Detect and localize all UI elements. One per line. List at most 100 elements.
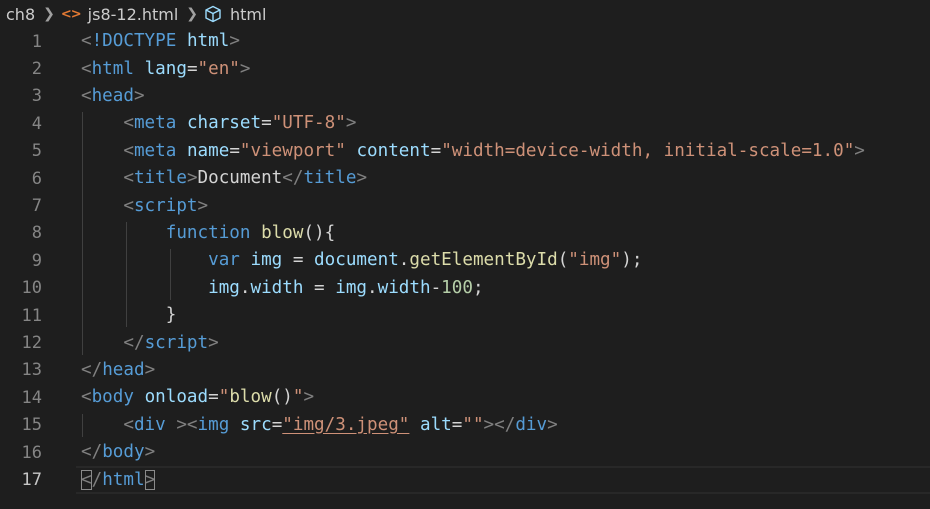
code-token: "" — [462, 414, 484, 435]
code-token: "en" — [197, 58, 240, 79]
code-token: ; — [472, 277, 484, 298]
code-token: div — [133, 414, 166, 435]
code-token: head — [91, 85, 134, 106]
code-text: <meta name="viewport" content="width=dev… — [81, 138, 865, 165]
line-number: 7 — [31, 196, 42, 217]
indent-guide — [82, 413, 83, 437]
code-token: "width=device-width, initial-scale=1.0" — [441, 140, 855, 161]
code-line[interactable]: 13 </head> — [0, 357, 930, 384]
code-token: ); — [621, 250, 643, 271]
line-number: 13 — [21, 360, 42, 381]
code-line[interactable]: 10 img.width = img.width-100; — [0, 275, 930, 302]
code-token: div — [515, 414, 548, 435]
code-text: </body> — [81, 439, 155, 466]
code-token: = — [229, 140, 240, 161]
line-number: 15 — [21, 415, 42, 436]
html-file-icon: <> — [60, 6, 82, 22]
code-text: <body onload="blow()"> — [81, 384, 314, 411]
code-token: < — [81, 85, 92, 106]
code-token: < — [123, 168, 134, 189]
code-token: > — [239, 58, 251, 79]
code-line[interactable]: 16 </body> — [0, 439, 930, 466]
code-token: function — [165, 222, 251, 243]
code-line[interactable]: 5 <meta name="viewport" content="width=d… — [0, 138, 930, 165]
code-token: < — [123, 414, 134, 435]
code-token: = — [208, 387, 219, 408]
code-token: . — [239, 277, 251, 298]
code-text: </head> — [81, 357, 155, 384]
code-text: </script> — [81, 330, 218, 357]
code-token: 100 — [441, 277, 473, 298]
code-token: < — [81, 31, 92, 52]
code-line[interactable]: 2 <html lang="en"> — [0, 55, 930, 82]
breadcrumb-symbol[interactable]: html — [230, 5, 266, 24]
code-token: > — [854, 140, 865, 161]
code-token: ></ — [483, 414, 516, 435]
code-token: " — [292, 387, 304, 408]
code-token: onload — [144, 387, 209, 408]
code-token: </ — [81, 359, 103, 380]
code-line[interactable]: 11 } — [0, 302, 930, 329]
code-line[interactable]: 9 var img = document.getElementById("img… — [0, 247, 930, 274]
code-token: body — [102, 442, 145, 463]
code-text: <title>Document</title> — [81, 165, 367, 192]
code-line[interactable]: 1 <!DOCTYPE html> — [0, 28, 930, 55]
code-token: name — [186, 140, 230, 161]
line-number: 14 — [21, 387, 42, 408]
code-token: width — [250, 277, 304, 298]
code-line[interactable]: 12 </script> — [0, 329, 930, 356]
code-token: document — [314, 250, 399, 271]
code-line[interactable]: 6 <title>Document</title> — [0, 165, 930, 192]
line-number: 12 — [21, 333, 42, 354]
code-line[interactable]: 17 </html> — [0, 466, 930, 494]
code-line[interactable]: 7 <script> — [0, 192, 930, 219]
code-line[interactable]: 15 <div ><img src="img/3.jpeg" alt=""></… — [0, 412, 930, 439]
code-token: "img/3.jpeg" — [282, 414, 410, 435]
code-token: "viewport" — [239, 140, 346, 161]
breadcrumb: ch8 ❯ <> js8-12.html ❯ html — [0, 0, 930, 28]
code-token: img — [208, 277, 240, 298]
line-number: 1 — [31, 31, 42, 52]
line-number: 3 — [31, 86, 42, 107]
code-editor[interactable]: 1 <!DOCTYPE html> 2 <html lang="en"> 3 <head>… — [0, 28, 930, 509]
code-token: = — [271, 414, 283, 435]
breadcrumb-file[interactable]: js8-12.html — [88, 5, 179, 24]
code-token: content — [356, 140, 431, 161]
line-number: 4 — [31, 113, 42, 134]
code-token: ( — [557, 250, 569, 271]
code-token: title — [133, 168, 187, 189]
breadcrumb-folder[interactable]: ch8 — [6, 5, 35, 24]
line-number: 6 — [31, 168, 42, 189]
code-token: Document — [197, 168, 283, 189]
code-token: script — [144, 332, 209, 353]
code-token: " — [218, 387, 230, 408]
code-line[interactable]: 14 <body onload="blow()"> — [0, 384, 930, 411]
code-line[interactable]: 8 function blow(){ — [0, 220, 930, 247]
indent-guide — [126, 221, 127, 328]
code-token: lang — [144, 58, 187, 79]
code-token: meta — [133, 140, 177, 161]
code-line[interactable]: 4 <meta charset="UTF-8"> — [0, 110, 930, 137]
code-text: <script> — [81, 193, 208, 220]
code-line[interactable]: 3 <head> — [0, 83, 930, 110]
code-token: < — [81, 387, 92, 408]
code-token: > — [229, 31, 240, 52]
code-token: head — [102, 359, 145, 380]
indent-guide — [170, 249, 171, 300]
code-token: title — [303, 168, 357, 189]
code-token: < — [123, 140, 134, 161]
code-token: blow — [229, 387, 272, 408]
line-number: 11 — [21, 305, 42, 326]
